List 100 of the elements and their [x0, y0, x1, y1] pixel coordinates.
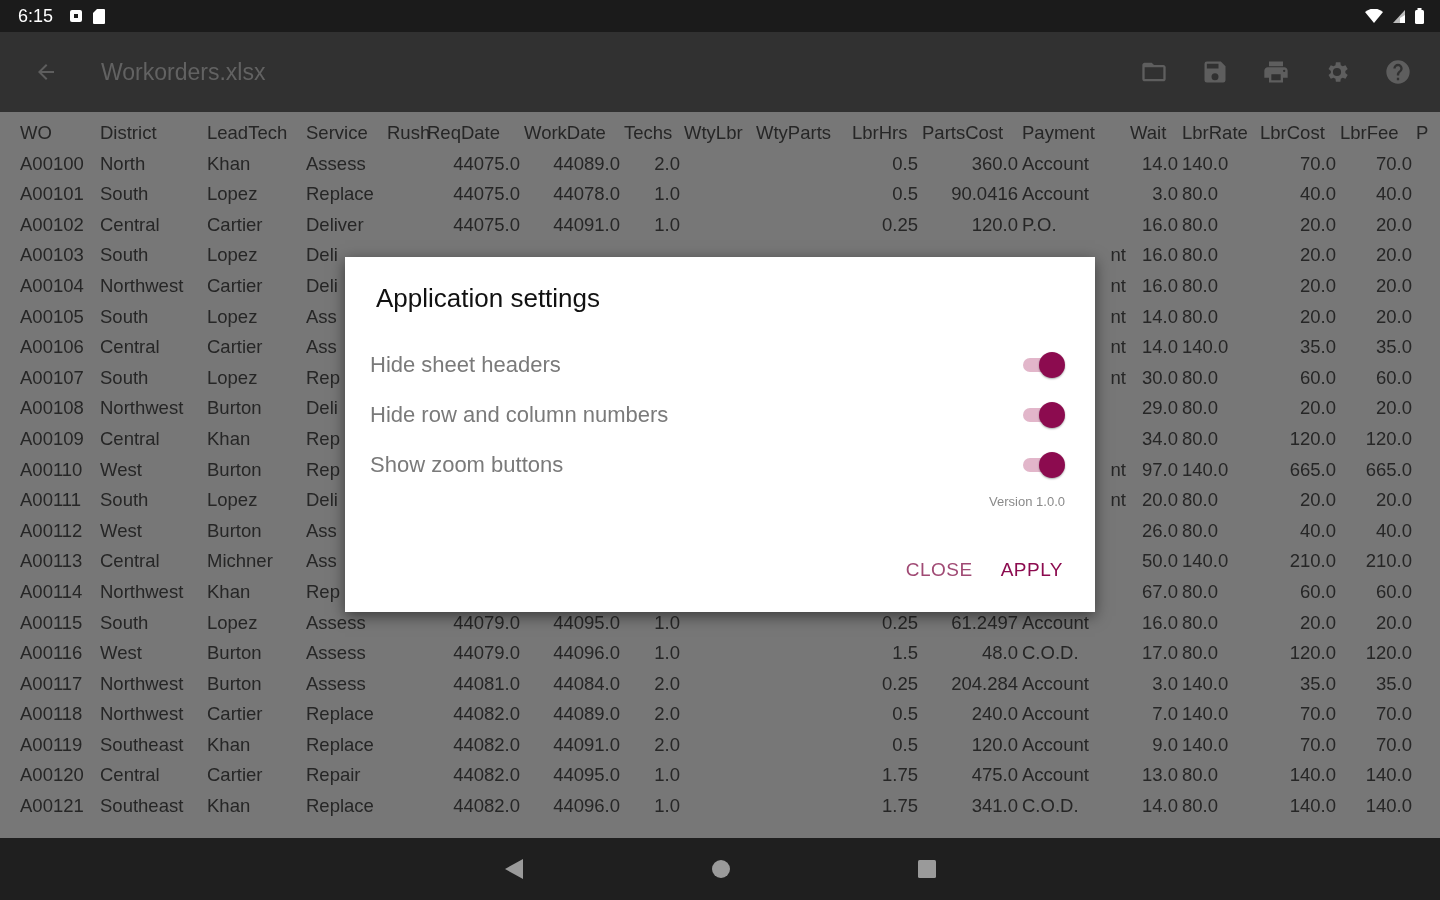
table-cell-text: 0.5	[892, 182, 918, 207]
table-cell-text: Assess	[306, 671, 367, 696]
table-cell-text: A00105	[20, 304, 85, 329]
dialog-button[interactable]: CLOSE	[895, 553, 983, 587]
table-cell-text: West	[100, 518, 143, 543]
table-cell-text: Ass	[306, 518, 338, 543]
dialog-title: Application settings	[376, 283, 602, 314]
table-cell-text: 44079.0	[453, 610, 520, 635]
table-cell-text: Southeast	[100, 732, 185, 757]
table-cell-text: Lopez	[207, 610, 259, 635]
table-cell-text: 210.0	[1365, 549, 1412, 574]
table-cell-text: Deliver	[306, 212, 365, 237]
column-header: PartsCost	[922, 121, 1005, 145]
table-cell-text: 20.0	[1300, 273, 1336, 298]
table-cell-text: 29.0	[1142, 396, 1178, 421]
table-cell-text: 80.0	[1182, 641, 1219, 666]
table-cell-text: 0.25	[882, 671, 918, 696]
table-cell-text: Central	[100, 763, 161, 788]
home-icon[interactable]	[711, 859, 731, 879]
table-cell-text: 475.0	[971, 763, 1018, 788]
column-header: Techs	[624, 121, 674, 145]
column-header: WtyLbr	[684, 121, 744, 145]
table-cell-text: 44078.0	[553, 182, 620, 207]
table-cell-text: 44081.0	[453, 671, 520, 696]
table-cell-text: 70.0	[1300, 732, 1336, 757]
table-cell-text: 2.0	[654, 151, 680, 176]
table-cell-text: South	[100, 182, 150, 207]
table-cell-text: 20.0	[1376, 273, 1412, 298]
table-cell-text: 120.0	[971, 212, 1018, 237]
table-cell-text: South	[100, 488, 150, 513]
table-cell-text: 61.2497	[951, 610, 1018, 635]
toggle-switch[interactable]	[1021, 451, 1065, 479]
table-cell-text: Khan	[207, 579, 252, 604]
table-cell-text: Deli	[306, 488, 339, 513]
table-cell-text: 20.0	[1300, 304, 1336, 329]
table-cell-text: 1.75	[882, 794, 918, 819]
table-cell-text: 120.0	[1289, 426, 1336, 451]
table-cell-text: 20.0	[1376, 610, 1412, 635]
toggle-switch[interactable]	[1021, 401, 1065, 429]
column-header: LbrHrs	[852, 121, 909, 145]
table-cell-text: Replace	[306, 702, 375, 727]
table-cell-text: 1.0	[654, 212, 680, 237]
table-cell-text: 20.0	[1376, 488, 1412, 513]
table-cell-text: 80.0	[1182, 610, 1219, 635]
table-cell-text: 30.0	[1142, 365, 1178, 390]
table-cell-text: 2.0	[654, 671, 680, 696]
table-cell-text: 20.0	[1300, 396, 1336, 421]
table-cell-text: 1.0	[654, 641, 680, 666]
table-cell-text: 44075.0	[453, 182, 520, 207]
table-cell-text: 44095.0	[553, 610, 620, 635]
table-cell-text: 14.0	[1142, 151, 1178, 176]
table-cell-text: Ass	[306, 549, 338, 574]
table-cell-text: 60.0	[1376, 365, 1412, 390]
table-cell-text: A00116	[20, 641, 84, 666]
table-cell-text: Replace	[306, 182, 375, 207]
table-cell-text: Cartier	[207, 212, 264, 237]
column-header: LbrCost	[1260, 121, 1326, 145]
toggle-switch[interactable]	[1021, 351, 1065, 379]
table-cell-text: 80.0	[1182, 182, 1219, 207]
table-cell-text: 16.0	[1142, 273, 1178, 298]
table-cell-text: 80.0	[1182, 763, 1219, 788]
table-cell-text: 140.0	[1182, 671, 1230, 696]
table-cell-text: 35.0	[1376, 335, 1412, 360]
table-cell-text: 70.0	[1300, 702, 1336, 727]
dialog-button[interactable]: APPLY	[990, 553, 1073, 587]
table-cell-text: 67.0	[1142, 579, 1178, 604]
back-icon[interactable]	[503, 857, 525, 881]
table-cell-text: 60.0	[1300, 579, 1336, 604]
table-cell-text: 44084.0	[553, 671, 620, 696]
table-cell-text: 0.25	[882, 212, 918, 237]
table-cell-text: 26.0	[1142, 518, 1178, 543]
table-cell-text: Northwest	[100, 671, 185, 696]
table-cell-text: 70.0	[1376, 702, 1412, 727]
table-cell-text: 20.0	[1300, 243, 1336, 268]
table-cell-text: 140.0	[1182, 702, 1230, 727]
table-cell-text: C.O.D.	[1022, 794, 1080, 819]
table-cell-text: A00110	[20, 457, 84, 482]
column-header: Payment	[1022, 121, 1096, 145]
table-cell-text: A00104	[20, 273, 85, 298]
table-cell-text: 14.0	[1142, 794, 1178, 819]
table-cell-text: 70.0	[1300, 151, 1336, 176]
table-cell-text: A00118	[20, 702, 84, 727]
table-cell-text: 44075.0	[453, 212, 520, 237]
table-cell-text: 80.0	[1182, 426, 1219, 451]
table-cell-text: 35.0	[1300, 671, 1336, 696]
table-cell-text: Northwest	[100, 702, 185, 727]
column-header: Rush	[387, 121, 427, 145]
table-cell-text: 44089.0	[553, 151, 620, 176]
column-header: Service	[306, 121, 369, 145]
table-cell-text: 0.5	[892, 732, 918, 757]
table-cell-text: South	[100, 304, 150, 329]
column-header: ReqDate	[427, 121, 501, 145]
table-cell-text: West	[100, 457, 143, 482]
table-cell-text: 16.0	[1142, 243, 1178, 268]
column-header: LeadTech	[207, 121, 289, 145]
setting-label: Hide sheet headers	[370, 352, 561, 378]
table-cell-text: 44091.0	[553, 732, 620, 757]
recents-icon[interactable]	[917, 859, 937, 879]
table-cell-text: 17.0	[1142, 641, 1178, 666]
table-cell-text: A00119	[20, 732, 84, 757]
